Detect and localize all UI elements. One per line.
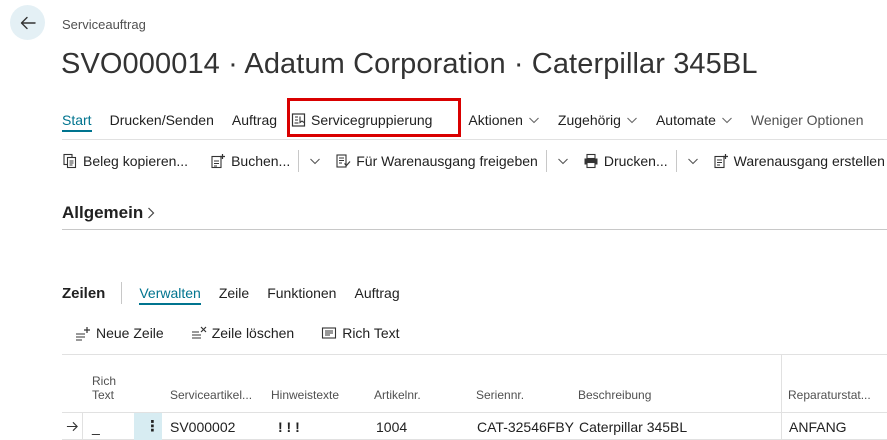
section-divider xyxy=(62,229,887,230)
tab-order[interactable]: Auftrag xyxy=(232,103,277,137)
lines-title: Zeilen xyxy=(62,284,106,302)
create-shipment-icon xyxy=(714,154,728,169)
delete-line-icon xyxy=(191,326,207,339)
page-title: SVO000014 · Adatum Corporation · Caterpi… xyxy=(61,48,758,80)
cell-repair-status[interactable]: ANFANG xyxy=(789,419,847,435)
col-serial-no[interactable]: Seriennr. xyxy=(476,388,524,402)
release-shipment-label: Für Warenausgang freigeben xyxy=(356,153,538,169)
release-icon xyxy=(336,154,351,168)
col-item-no[interactable]: Artikelnr. xyxy=(374,388,421,402)
highlight-box xyxy=(287,98,461,137)
new-line-label: Neue Zeile xyxy=(96,325,164,341)
col-repair-status[interactable]: Reparaturstat... xyxy=(788,388,871,402)
lines-tab-order[interactable]: Auftrag xyxy=(354,285,399,301)
col-rich-text-line2: Text xyxy=(92,388,115,402)
tab-start[interactable]: Start xyxy=(62,103,92,137)
chevron-down-icon xyxy=(627,117,637,124)
create-shipment-label: Warenausgang erstellen xyxy=(733,153,885,169)
tab-print-send[interactable]: Drucken/Senden xyxy=(110,103,214,137)
chevron-down-icon[interactable] xyxy=(557,155,569,167)
actions-menu-label: Aktionen xyxy=(468,112,523,128)
fewer-options-label: Weniger Optionen xyxy=(750,112,864,128)
cell-description[interactable]: Caterpillar 345BL xyxy=(579,419,687,435)
related-menu-label: Zugehörig xyxy=(557,112,621,128)
copy-document-button[interactable]: Beleg kopieren... xyxy=(62,153,188,169)
cell-serial-no[interactable]: CAT-32546FBY xyxy=(477,419,574,435)
col-notes[interactable]: Hinweistexte xyxy=(271,388,339,402)
lines-tab-functions[interactable]: Funktionen xyxy=(267,285,336,301)
post-icon xyxy=(211,154,226,169)
grid-header: Rich Text Serviceartikel... Hinweistexte… xyxy=(62,355,887,411)
tab-print-send-label: Drucken/Senden xyxy=(109,112,214,128)
general-section-header[interactable]: Allgemein xyxy=(62,203,156,223)
new-line-icon xyxy=(76,327,90,341)
rich-text-icon xyxy=(322,327,337,339)
chevron-down-icon[interactable] xyxy=(309,155,321,167)
rich-text-label: Rich Text xyxy=(342,325,400,341)
copy-document-label: Beleg kopieren... xyxy=(83,153,189,169)
active-tab-underline xyxy=(62,130,92,132)
rich-text-button[interactable]: Rich Text xyxy=(321,325,400,341)
chevron-down-icon xyxy=(529,117,539,124)
general-section-title: Allgemein xyxy=(62,203,144,222)
new-line-button[interactable]: Neue Zeile xyxy=(75,325,164,341)
lines-tab-manage[interactable]: Verwalten xyxy=(139,285,202,305)
separator xyxy=(298,150,300,172)
fewer-options-button[interactable]: Weniger Optionen xyxy=(751,103,864,137)
tab-start-label: Start xyxy=(62,112,92,128)
automate-menu[interactable]: Automate xyxy=(656,103,733,137)
print-label: Drucken... xyxy=(603,153,668,169)
chevron-right-icon xyxy=(148,207,155,219)
automate-menu-label: Automate xyxy=(655,112,716,128)
breadcrumb: Serviceauftrag xyxy=(62,17,146,32)
col-description[interactable]: Beschreibung xyxy=(578,388,651,402)
lines-command-bar: Neue Zeile Zeile löschen Rich Text xyxy=(75,322,427,344)
cell-notes[interactable]: ! ! ! xyxy=(278,419,300,435)
divider xyxy=(62,139,887,140)
printer-icon xyxy=(584,153,598,169)
related-menu[interactable]: Zugehörig xyxy=(558,103,638,137)
tab-order-label: Auftrag xyxy=(231,112,278,128)
cell-item-no[interactable]: 1004 xyxy=(376,419,407,435)
col-service-item[interactable]: Serviceartikel... xyxy=(170,388,252,402)
create-shipment-button[interactable]: Warenausgang erstellen xyxy=(713,153,885,169)
cell-service-item[interactable]: SV000002 xyxy=(170,419,235,435)
print-button[interactable]: Drucken... xyxy=(583,153,668,169)
actions-menu[interactable]: Aktionen xyxy=(468,103,539,137)
separator xyxy=(545,150,547,172)
cell-rich-text[interactable]: _ xyxy=(92,419,100,435)
action-bar: Start Drucken/Senden Auftrag Servicegrup… xyxy=(62,103,881,137)
col-rich-text[interactable]: Rich Text xyxy=(92,374,116,402)
chevron-down-icon xyxy=(722,117,732,124)
release-shipment-button[interactable]: Für Warenausgang freigeben xyxy=(335,153,538,169)
table-row[interactable]: _ ⋮ SV000002 ! ! ! 1004 CAT-32546FBY Cat… xyxy=(62,412,887,440)
separator xyxy=(121,282,123,304)
arrow-left-icon xyxy=(20,16,36,29)
col-rich-text-line1: Rich xyxy=(92,374,117,388)
post-button[interactable]: Buchen... xyxy=(210,153,290,169)
delete-line-button[interactable]: Zeile löschen xyxy=(191,325,295,341)
command-bar: Beleg kopieren... Buchen... Für Warenaus… xyxy=(62,146,887,176)
back-button[interactable] xyxy=(10,5,45,40)
copy-document-icon xyxy=(63,153,77,169)
separator xyxy=(675,150,677,172)
more-options-icon[interactable]: ⋮ xyxy=(145,417,160,435)
arrow-right-icon xyxy=(66,421,78,432)
lines-action-bar: Zeilen Verwalten Zeile Funktionen Auftra… xyxy=(62,281,418,305)
post-label: Buchen... xyxy=(231,153,291,169)
delete-line-label: Zeile löschen xyxy=(211,325,295,341)
chevron-down-icon[interactable] xyxy=(687,155,699,167)
lines-grid: Rich Text Serviceartikel... Hinweistexte… xyxy=(62,354,887,440)
lines-tab-line[interactable]: Zeile xyxy=(219,285,249,301)
